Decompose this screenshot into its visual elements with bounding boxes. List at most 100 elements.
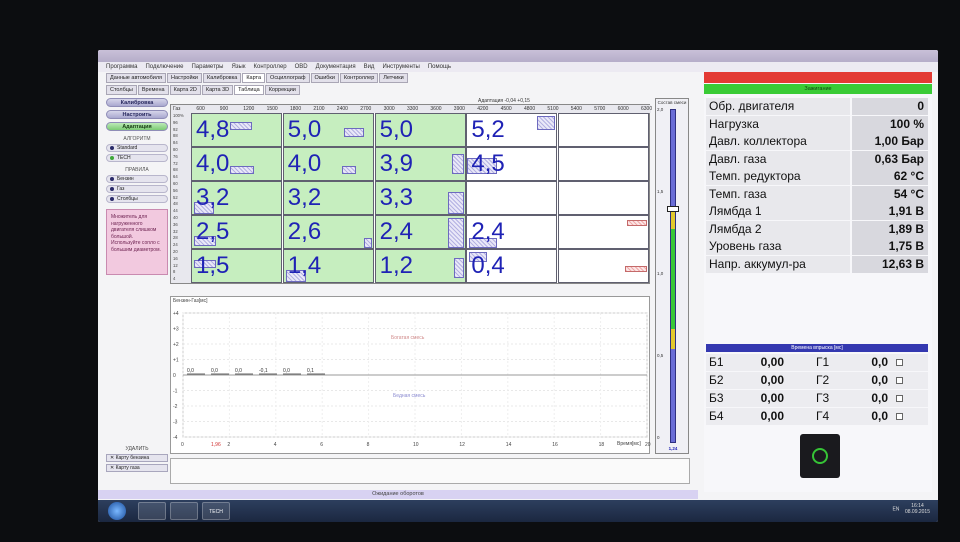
parameter-row: Темп. газа 54 °C (706, 185, 928, 203)
map-cell[interactable]: 2,4 (374, 215, 466, 249)
map-cell[interactable] (558, 181, 650, 215)
menu-item[interactable]: Язык (231, 64, 245, 70)
load-tick-label: 48 (173, 201, 178, 207)
adaptation-button[interactable]: Адаптация (106, 122, 168, 131)
parameter-label: Нагрузка (706, 115, 850, 133)
injector-checkbox[interactable] (896, 377, 903, 384)
menu-item[interactable]: Параметры (191, 64, 223, 70)
injection-list: Б1 0,00 Г1 0,0 Б2 0,00 Г2 0,0 Б3 0,00 Г3 0,0 Б4 0,00 Г… (706, 354, 928, 426)
gauge-tick-label: 0 (657, 435, 660, 440)
injector-checkbox[interactable] (896, 359, 903, 366)
start-button[interactable] (108, 502, 126, 520)
injector-checkbox[interactable] (896, 413, 903, 420)
gauge-yellow-upper (671, 209, 675, 229)
map-cell-value: 3,2 (196, 184, 230, 211)
tab-main[interactable]: Ошибки (310, 73, 339, 83)
tech-taskbar-icon[interactable]: TECH (202, 502, 230, 520)
algorithm-standard-radio[interactable]: Standard (106, 144, 168, 152)
map-cell[interactable]: 1,5 (191, 249, 282, 283)
tab-main[interactable]: Калибровка (203, 73, 242, 83)
menu-item[interactable]: Инструменты (382, 64, 419, 70)
rule-columns-radio[interactable]: Столбцы (106, 195, 168, 203)
power-widget[interactable] (800, 434, 840, 478)
map-cell[interactable]: 2,5 (191, 215, 282, 249)
map-cell[interactable] (558, 147, 650, 181)
tab-sub[interactable]: Коррекции (264, 85, 300, 95)
menu-item[interactable]: OBD (295, 64, 308, 70)
map-cells: 4,8 5,0 5,0 5,2 4,0 4,0 3,9 4,5 3,2 3,2 3,3 2,5 2,6 2… (191, 113, 650, 283)
map-cell[interactable]: 4,0 (282, 147, 374, 181)
map-cell[interactable] (558, 113, 650, 147)
map-cell[interactable]: 2,6 (282, 215, 374, 249)
load-tick-label: 24 (173, 242, 178, 248)
setup-button[interactable]: Настроить (106, 110, 168, 119)
calibration-button[interactable]: Калибровка (106, 98, 168, 107)
petrol-injector-value: 0,00 (760, 355, 784, 369)
map-cell[interactable]: 4,0 (191, 147, 282, 181)
map-cell[interactable]: 2,4 (466, 215, 558, 249)
chart-y-tick: 0 (173, 373, 176, 379)
load-tick-label: 36 (173, 221, 178, 227)
map-cell-value: 1,4 (287, 252, 322, 279)
warning-note: Множитель для нагруженного двигателя сли… (106, 209, 168, 275)
tab-main[interactable]: Летчики (379, 73, 408, 83)
gas-injector-label: Г3 (816, 391, 830, 405)
load-tick-label: 28 (173, 235, 178, 241)
tab-main[interactable]: Данные автомобиля (106, 73, 167, 83)
map-cell[interactable]: 1,4 (282, 249, 374, 283)
map-cell[interactable]: 5,0 (374, 113, 466, 147)
map-cell[interactable]: 3,2 (191, 181, 282, 215)
tab-sub[interactable]: Столбцы (106, 85, 137, 95)
rpm-tick-label: 2400 (336, 106, 348, 112)
map-cell[interactable] (466, 181, 558, 215)
menu-item[interactable]: Контроллер (254, 64, 287, 70)
chart-x-label: Время[мс] (617, 441, 641, 447)
map-cell[interactable]: 4,8 (191, 113, 282, 147)
tab-sub[interactable]: Карта 3D (201, 85, 234, 95)
folder-taskbar-icon[interactable] (170, 502, 198, 520)
tab-sub[interactable]: Таблица (234, 85, 264, 95)
chart-x-tick: 16 (552, 442, 558, 448)
tab-main[interactable]: Карта (242, 73, 266, 83)
rpm-tick-label: 3300 (407, 106, 419, 112)
chart-x-tick: 12 (459, 442, 465, 448)
language-indicator[interactable]: EN (892, 506, 899, 512)
load-tick-label: 8 (173, 269, 176, 275)
injector-checkbox[interactable] (896, 395, 903, 402)
delete-gas-map-button[interactable]: ✕ Карту газа (106, 464, 168, 472)
map-cell[interactable] (558, 215, 650, 249)
gauge-handle[interactable] (667, 205, 679, 212)
rule-gas-radio[interactable]: Газ (106, 185, 168, 193)
map-cell[interactable]: 1,2 (374, 249, 466, 283)
map-cell[interactable]: 3,3 (374, 181, 466, 215)
map-cell[interactable]: 3,2 (282, 181, 374, 215)
delete-petrol-map-button[interactable]: ✕ Карту бензина (106, 454, 168, 462)
map-cell[interactable]: 0,4 (466, 249, 558, 283)
map-cell[interactable] (558, 249, 650, 283)
tab-sub[interactable]: Времена (137, 85, 169, 95)
gas-injector-value: 0,0 (871, 391, 888, 405)
bottom-strip (170, 458, 690, 484)
correction-hatch (625, 266, 648, 272)
menu-item[interactable]: Программа (106, 64, 137, 70)
menu-item[interactable]: Вид (364, 64, 375, 70)
menu-item[interactable]: Подключение (145, 64, 183, 70)
chart-y-tick: +4 (173, 311, 179, 317)
parameter-value: 100 % (852, 115, 928, 133)
map-cell[interactable]: 4,5 (466, 147, 558, 181)
tab-main[interactable]: Контроллер (339, 73, 379, 83)
rpm-tick-label: 4200 (477, 106, 489, 112)
tab-main[interactable]: Осциллограф (266, 73, 310, 83)
algorithm-tech-radio[interactable]: TECH (106, 154, 168, 162)
map-cell[interactable]: 3,9 (374, 147, 466, 181)
menu-item[interactable]: Документация (316, 64, 356, 70)
map-cell[interactable]: 5,0 (282, 113, 374, 147)
chrome-taskbar-icon[interactable] (138, 502, 166, 520)
map-cell[interactable]: 5,2 (466, 113, 558, 147)
injection-row: Б4 0,00 Г4 0,0 (706, 408, 928, 425)
tab-sub[interactable]: Карта 2D (169, 85, 201, 95)
menu-item[interactable]: Помощь (428, 64, 451, 70)
tab-main[interactable]: Настройки (167, 73, 202, 83)
rule-petrol-radio[interactable]: Бензин (106, 175, 168, 183)
parameter-row: Давл. коллектора 1,00 Бар (706, 133, 928, 150)
